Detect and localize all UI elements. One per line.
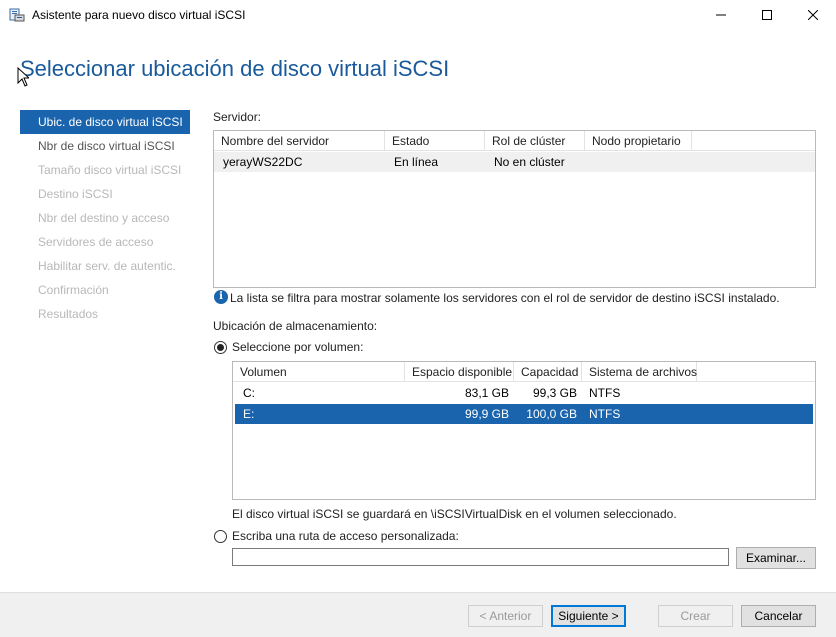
close-button[interactable] <box>790 0 836 30</box>
capacity-cell: 99,3 GB <box>532 386 577 400</box>
previous-button[interactable]: < Anterior <box>468 605 543 627</box>
column-header-owner-node[interactable]: Nodo propietario <box>585 131 692 151</box>
page-title: Seleccionar ubicación de disco virtual i… <box>20 56 450 81</box>
nav-step-2[interactable]: Nbr de disco virtual iSCSI <box>20 134 190 158</box>
server-cluster-role-cell: No en clúster <box>494 155 565 169</box>
file-system-cell: NTFS <box>589 407 621 421</box>
server-list[interactable]: Nombre del servidor Estado Rol de clúste… <box>213 130 816 288</box>
nav-step-5: Nbr del destino y acceso <box>38 211 170 225</box>
column-header-free-space[interactable]: Espacio disponible <box>405 362 514 382</box>
column-header-volume[interactable]: Volumen <box>233 362 405 382</box>
select-by-volume-radio[interactable] <box>214 341 227 354</box>
nav-step-7: Habilitar serv. de autentic. <box>38 259 176 273</box>
column-header-status[interactable]: Estado <box>385 131 485 151</box>
column-header-server-name[interactable]: Nombre del servidor <box>214 131 385 151</box>
minimize-button[interactable] <box>698 0 744 30</box>
iscsi-wizard-app-icon <box>9 7 25 23</box>
server-status-cell: En línea <box>394 155 439 169</box>
server-list-header: Nombre del servidor Estado Rol de clúste… <box>214 131 815 151</box>
free-space-cell: 83,1 GB <box>464 386 509 400</box>
server-owner-node-cell <box>587 152 594 172</box>
window-title: Asistente para nuevo disco virtual iSCSI <box>32 8 246 22</box>
server-label: Servidor: <box>213 110 262 124</box>
maximize-button[interactable] <box>744 0 790 30</box>
minimize-icon <box>716 14 726 16</box>
wizard-footer: < Anterior Siguiente > Crear Cancelar <box>0 592 836 637</box>
title-bar: Asistente para nuevo disco virtual iSCSI <box>0 0 836 30</box>
nav-step-1[interactable]: Ubic. de disco virtual iSCSI <box>20 110 190 134</box>
browse-button[interactable]: Examinar... <box>736 547 816 569</box>
custom-path-radio[interactable] <box>214 530 227 543</box>
column-header-file-system[interactable]: Sistema de archivos <box>582 362 697 382</box>
column-header-cluster-role[interactable]: Rol de clúster <box>485 131 585 151</box>
column-header-capacity[interactable]: Capacidad <box>514 362 582 382</box>
volume-list-header: Volumen Espacio disponible Capacidad Sis… <box>233 362 815 382</box>
info-icon: i <box>214 290 228 304</box>
cancel-button[interactable]: Cancelar <box>741 605 816 627</box>
next-button[interactable]: Siguiente > <box>551 605 626 627</box>
nav-step-4: Destino iSCSI <box>38 187 113 201</box>
wizard-steps-nav: Ubic. de disco virtual iSCSI Nbr de disco… <box>20 110 190 326</box>
table-row[interactable]: E: 99,9 GB 100,0 GB NTFS <box>235 404 813 424</box>
table-row[interactable]: yerayWS22DC En línea No en clúster <box>214 152 815 172</box>
create-button[interactable]: Crear <box>658 605 733 627</box>
maximize-icon <box>762 10 772 20</box>
nav-step-9: Resultados <box>38 307 99 321</box>
close-icon <box>808 10 818 20</box>
free-space-cell: 99,9 GB <box>464 407 509 421</box>
storage-location-label: Ubicación de almacenamiento: <box>213 319 378 333</box>
mouse-cursor-icon <box>17 67 29 87</box>
server-filter-info: La lista se filtra para mostrar solament… <box>230 291 780 305</box>
custom-path-label[interactable]: Escriba una ruta de acceso personalizada… <box>232 529 459 543</box>
capacity-cell: 100,0 GB <box>526 407 577 421</box>
volume-save-note: El disco virtual iSCSI se guardará en \i… <box>232 507 677 521</box>
volume-cell: E: <box>243 407 255 421</box>
table-row[interactable]: C: 83,1 GB 99,3 GB NTFS <box>233 383 815 403</box>
select-by-volume-label[interactable]: Seleccione por volumen: <box>232 340 363 354</box>
volume-list[interactable]: Volumen Espacio disponible Capacidad Sis… <box>232 361 816 500</box>
server-name-cell: yerayWS22DC <box>223 155 303 169</box>
nav-step-6: Servidores de acceso <box>38 235 154 249</box>
volume-cell: C: <box>243 386 255 400</box>
nav-step-3: Tamaño disco virtual iSCSI <box>38 163 182 177</box>
file-system-cell: NTFS <box>589 386 621 400</box>
nav-step-8: Confirmación <box>38 283 109 297</box>
custom-path-input[interactable] <box>232 548 729 566</box>
